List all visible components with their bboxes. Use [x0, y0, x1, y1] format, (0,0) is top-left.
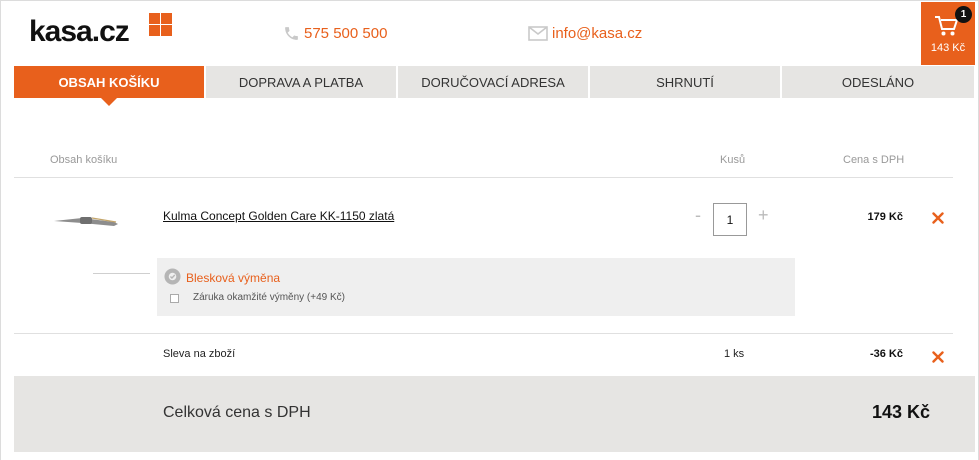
total-value: 143 Kč [871, 402, 930, 422]
divider [14, 177, 953, 178]
tab-sent[interactable]: Odesláno [782, 66, 974, 98]
cart-total: 143 Kč [930, 42, 966, 54]
insurance-box [157, 258, 795, 316]
divider [14, 333, 953, 334]
envelope-icon [528, 26, 548, 41]
logo[interactable]: kasa.cz [29, 15, 130, 49]
cart-count-badge: 1 [955, 6, 972, 23]
insurance-checkbox[interactable] [170, 294, 179, 303]
gear-badge-icon [164, 268, 181, 285]
remove-x-icon [932, 351, 944, 363]
logo-mark-icon [146, 13, 172, 39]
email-address: info@kasa.cz [552, 25, 643, 42]
discount-quantity: 1 ks [724, 348, 745, 360]
phone-icon [285, 27, 298, 40]
insurance-option-label[interactable]: Záruka okamžité výměny (+49 Kč) [193, 292, 345, 303]
column-header-quantity: Kusů [720, 154, 746, 166]
cart-button[interactable]: 1 143 Kč [921, 2, 975, 65]
phone-number: 575 500 500 [304, 25, 388, 42]
insurance-title: Blesková výměna [186, 271, 281, 285]
tab-cart-contents[interactable]: Obsah košíku [14, 66, 206, 106]
column-header-price: Cena s DPH [843, 154, 905, 166]
tab-summary[interactable]: Shrnutí [590, 66, 782, 98]
remove-x-icon [932, 212, 944, 224]
quantity-input[interactable] [713, 203, 747, 236]
product-name-link[interactable]: Kulma Concept Golden Care KK-1150 zlatá [163, 209, 394, 223]
cart-icon [935, 16, 958, 36]
discount-label: Sleva na zboží [163, 348, 236, 360]
checkout-steps: Obsah košíku Doprava a platba Doručovací… [14, 66, 974, 106]
total-bar [14, 376, 975, 452]
tab-delivery-address[interactable]: Doručovací adresa [398, 66, 590, 98]
product-thumbnail[interactable] [52, 210, 120, 230]
remove-product-button[interactable] [932, 210, 944, 227]
tab-shipping-payment[interactable]: Doprava a platba [206, 66, 398, 98]
insurance-connector-line [93, 273, 150, 274]
column-header-content: Obsah košíku [50, 154, 118, 166]
remove-discount-button[interactable] [932, 349, 944, 366]
discount-price: -36 Kč [869, 348, 903, 360]
quantity-minus-button[interactable]: - [695, 205, 701, 226]
phone-contact[interactable]: 575 500 500 [283, 25, 387, 42]
product-price: 179 Kč [867, 211, 903, 223]
total-label: Celková cena s DPH [163, 404, 311, 421]
email-contact[interactable]: info@kasa.cz [528, 25, 642, 42]
quantity-plus-button[interactable]: + [758, 205, 769, 226]
